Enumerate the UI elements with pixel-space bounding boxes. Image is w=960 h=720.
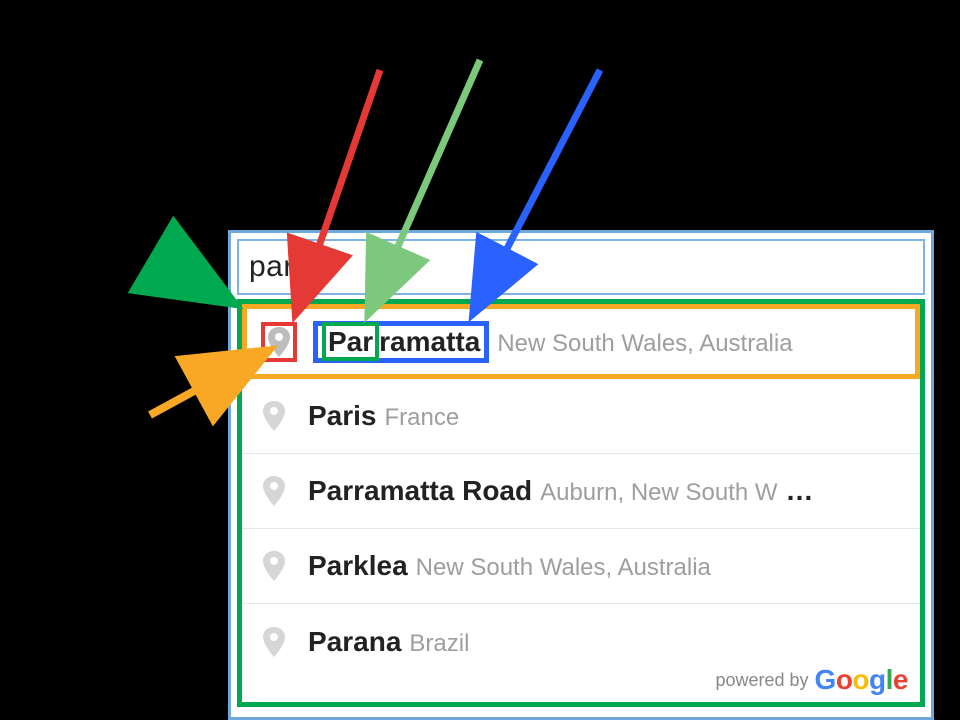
search-input[interactable]: par (237, 239, 925, 295)
pin-icon (261, 322, 297, 362)
prediction-text: Parklea New South Wales, Australia (308, 550, 711, 582)
prediction-rest: ramatta Road (353, 475, 532, 506)
arrow-green-dark (160, 260, 228, 300)
pin-icon (256, 546, 292, 586)
prediction-secondary: Auburn, New South W (540, 479, 777, 507)
prediction-item[interactable]: Parramatta Road Auburn, New South W … (242, 454, 920, 529)
prediction-main: Parramatta (313, 321, 489, 363)
text-caret (296, 251, 297, 283)
prediction-secondary: New South Wales, Australia (497, 330, 792, 358)
prediction-matched: Par (308, 626, 353, 657)
prediction-matched: Par (308, 550, 353, 581)
prediction-secondary: Brazil (409, 630, 469, 658)
attribution-label: powered by (715, 670, 808, 691)
prediction-matched: Par (308, 475, 353, 506)
prediction-main: Parramatta Road (308, 475, 532, 507)
prediction-text: Paris France (308, 400, 459, 432)
predictions-container: Parramatta New South Wales, Australia Pa… (237, 299, 925, 707)
prediction-secondary: France (385, 404, 460, 432)
autocomplete-panel: par Parramatta New South Wales, Australi… (228, 230, 934, 720)
pin-icon (256, 622, 292, 662)
search-input-value: par (249, 250, 294, 284)
prediction-rest: is (353, 400, 376, 431)
ellipsis-icon: … (786, 475, 818, 507)
prediction-matched: Par (308, 400, 353, 431)
prediction-text: Parramatta Road Auburn, New South W … (308, 475, 818, 507)
prediction-text: Parana Brazil (308, 626, 469, 658)
prediction-item[interactable]: Parklea New South Wales, Australia (242, 529, 920, 604)
prediction-rest: klea (353, 550, 408, 581)
prediction-secondary: New South Wales, Australia (416, 554, 711, 582)
prediction-item[interactable]: Paris France (242, 379, 920, 454)
prediction-rest: ana (353, 626, 401, 657)
pin-icon (256, 471, 292, 511)
prediction-text: Parramatta New South Wales, Australia (313, 321, 793, 363)
prediction-main: Parana (308, 626, 401, 658)
google-logo: Google (815, 664, 908, 696)
prediction-matched: Par (328, 326, 373, 357)
pin-icon (256, 396, 292, 436)
prediction-item[interactable]: Parramatta New South Wales, Australia (242, 304, 920, 379)
prediction-main: Parklea (308, 550, 408, 582)
prediction-main: Paris (308, 400, 377, 432)
prediction-rest: ramatta (379, 326, 480, 357)
attribution: powered by Google (715, 664, 908, 696)
